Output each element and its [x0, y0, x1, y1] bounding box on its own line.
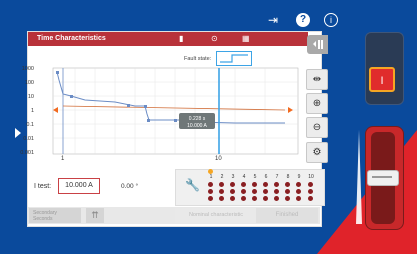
y-tick: 1000: [21, 66, 34, 72]
binary-indicator-dot: [241, 189, 246, 194]
y-tick: 0.01: [23, 136, 34, 142]
table-icon[interactable]: ▦: [242, 34, 250, 44]
binary-indicator-dot: [252, 182, 257, 187]
power-button[interactable]: I: [369, 67, 395, 92]
wrench-icon[interactable]: 🔧: [185, 178, 200, 192]
y-tick: 0.1: [26, 122, 34, 128]
y-tick: 10: [27, 94, 34, 100]
binary-number: 5: [253, 174, 257, 180]
binary-indicator-dot: [230, 182, 235, 187]
binary-number: 2: [220, 174, 224, 180]
help-icon[interactable]: ?: [296, 13, 310, 27]
fit-width-button[interactable]: ⇹: [306, 69, 328, 90]
pin-icon[interactable]: ⊙: [211, 34, 218, 44]
swap-button[interactable]: ⇈: [86, 208, 104, 223]
binary-indicator-dot: [241, 182, 246, 187]
binary-indicator-dot: [285, 189, 290, 194]
binary-indicator-dot: [252, 189, 257, 194]
binary-indicator-dot: [263, 182, 268, 187]
itest-label: I test:: [34, 183, 52, 190]
finished-button[interactable]: Finished: [256, 208, 318, 223]
secondary-seconds-button[interactable]: Secondary Seconds: [29, 208, 81, 223]
y-tick: 100: [24, 80, 34, 86]
binary-number: 1: [209, 174, 213, 180]
angle-value: 0.00 °: [121, 183, 139, 190]
binary-number: 7: [275, 174, 279, 180]
binary-number: 4: [242, 174, 246, 180]
info-icon[interactable]: i: [324, 13, 338, 27]
tooltip-current: 10.000 A: [187, 123, 207, 129]
fault-state-label: Fault state:: [184, 56, 212, 62]
binary-indicator-dot: [219, 182, 224, 187]
binary-indicator-dot: [285, 182, 290, 187]
slider-grip-icon: [372, 176, 392, 178]
binary-indicator-dot: [308, 196, 313, 201]
zoom-in-button[interactable]: ⊕: [306, 93, 328, 114]
binary-indicator-dot: [241, 196, 246, 201]
binary-indicator-dot: [296, 182, 301, 187]
binary-number: 3: [231, 174, 235, 180]
level-slider-knob[interactable]: [367, 170, 399, 186]
step-signal-icon: [220, 54, 248, 63]
y-tick: 1: [30, 108, 34, 114]
binary-number: 6: [264, 174, 268, 180]
itest-input[interactable]: 10.000 A: [58, 178, 100, 194]
zoom-in-icon: ⊕: [312, 98, 322, 109]
binary-indicator-dot: [263, 196, 268, 201]
binary-indicator-dot: [219, 196, 224, 201]
binary-indicator-dot: [285, 196, 290, 201]
up-arrows-icon: ⇈: [91, 210, 99, 220]
fault-state-indicator[interactable]: [216, 51, 252, 66]
tooltip-time: 0.228 s: [189, 116, 206, 122]
panel-menu-tab[interactable]: [307, 35, 328, 54]
binary-number: 10: [308, 174, 314, 180]
window-title: Time Characteristics: [37, 35, 106, 42]
binary-indicator-dot: [230, 189, 235, 194]
binary-indicator-dot: [263, 189, 268, 194]
binary-indicator-dot: [308, 182, 313, 187]
binary-indicator-dot: [274, 196, 279, 201]
binary-indicator-dot: [219, 189, 224, 194]
binary-indicator-dot: [274, 182, 279, 187]
time-current-plot[interactable]: 0.228 s 10.000 A: [35, 66, 300, 162]
document-icon[interactable]: ▮: [179, 34, 183, 44]
binary-indicator-dot: [296, 189, 301, 194]
x-tick: 1: [61, 156, 65, 162]
binary-indicator-dot: [230, 196, 235, 201]
y-tick: 0.001: [20, 150, 34, 156]
binary-indicator-dot: [308, 189, 313, 194]
slider-scale-icon: [356, 130, 362, 224]
binary-indicator-dot: [208, 182, 213, 187]
nominal-characteristic-button[interactable]: Nominal characteristic: [175, 208, 257, 223]
binary-number: 9: [297, 174, 301, 180]
binary-indicator-dot: [252, 196, 257, 201]
export-icon[interactable]: ⇥: [266, 13, 280, 27]
binary-indicator-dot: [296, 196, 301, 201]
binary-number: 8: [286, 174, 290, 180]
power-icon: I: [380, 75, 384, 87]
panel-menu-icon: [313, 40, 323, 49]
binary-indicator-dot: [208, 196, 213, 201]
binary-indicator-dot: [208, 189, 213, 194]
x-tick: 10: [215, 156, 222, 162]
fit-width-icon: ⇹: [312, 74, 322, 85]
binary-indicator-dot: [274, 189, 279, 194]
